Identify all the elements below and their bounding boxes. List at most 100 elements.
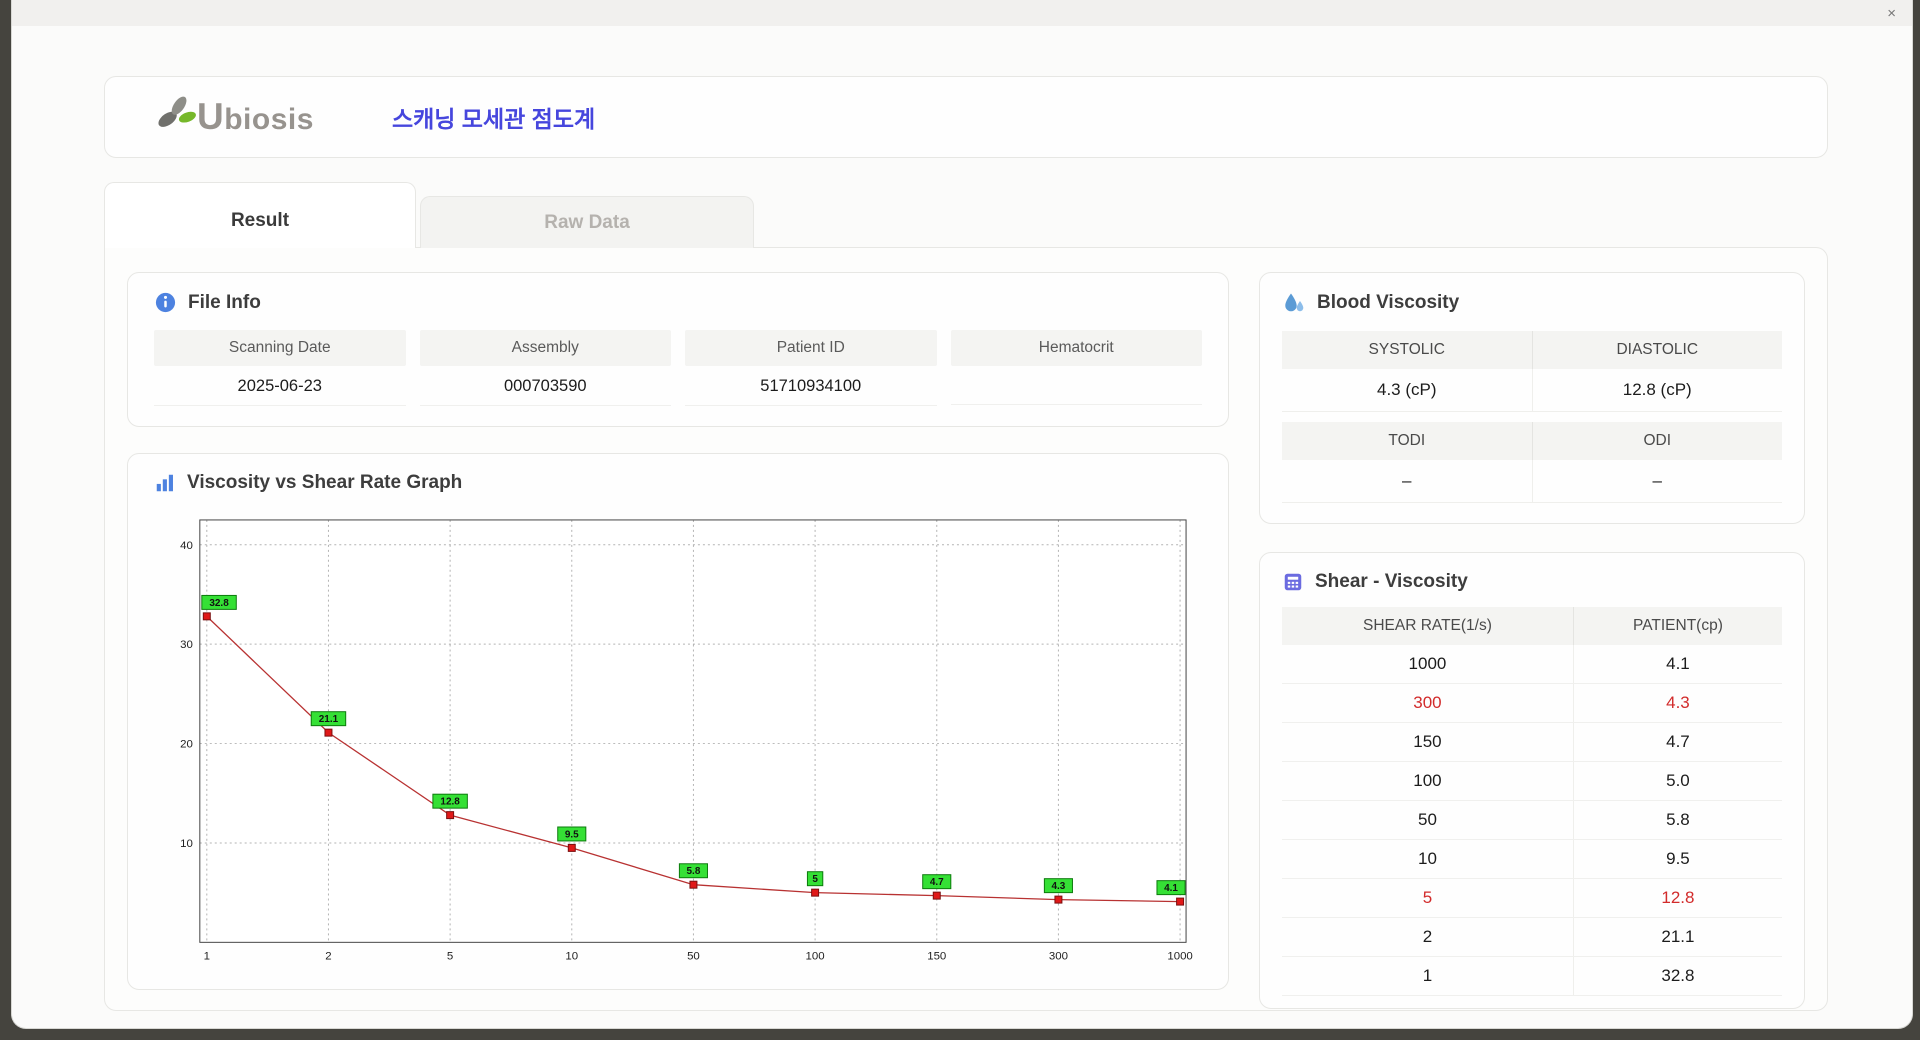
app-window: × Ubiosis 스캐닝 모세관 점도계 Result Raw Data Fi… xyxy=(12,0,1912,1028)
patient-cp-cell: 4.1 xyxy=(1572,645,1782,684)
info-icon xyxy=(155,292,176,313)
page-title: 스캐닝 모세관 점도계 xyxy=(391,106,596,132)
chart-host: 10 20 30 40 32.8 21.1 12.8 9.5 5.8 5 4.7 4.3 4.1 1 2 5 1… xyxy=(154,506,1202,972)
shear-viscosity-title: Shear - Viscosity xyxy=(1315,571,1468,592)
svg-text:5: 5 xyxy=(447,950,453,962)
shear-rate-cell: 1 xyxy=(1282,956,1574,996)
field-value xyxy=(950,366,1202,405)
table-row: 2 21.1 xyxy=(1282,917,1782,957)
table-row: 1000 4.1 xyxy=(1282,645,1782,684)
window-close-button[interactable]: × xyxy=(1887,6,1896,21)
graph-title-row: Viscosity vs Shear Rate Graph xyxy=(154,472,1202,494)
graph-card: Viscosity vs Shear Rate Graph 10 20 30 40 32… xyxy=(127,453,1229,990)
patient-cp-cell: 4.7 xyxy=(1572,722,1782,762)
svg-text:30: 30 xyxy=(180,639,193,651)
tab-result[interactable]: Result xyxy=(104,182,416,248)
file-info-field: Assembly 000703590 xyxy=(419,330,671,406)
svg-text:4.3: 4.3 xyxy=(1051,881,1065,892)
bv-label: DIASTOLIC xyxy=(1531,331,1782,369)
svg-text:4.1: 4.1 xyxy=(1164,883,1178,894)
field-value: 51710934100 xyxy=(685,366,937,406)
patient-cp-cell: 9.5 xyxy=(1572,839,1782,879)
svg-text:32.8: 32.8 xyxy=(209,598,229,609)
water-drops-icon xyxy=(1285,293,1304,312)
left-column: File Info Scanning Date 2025-06-23 Assembl… xyxy=(127,272,1229,990)
svg-text:2: 2 xyxy=(325,950,331,962)
ubiosis-logo: Ubiosis xyxy=(153,96,314,138)
blood-viscosity-card: Blood Viscosity SYSTOLIC DIASTOLIC 4.3 (cP… xyxy=(1259,272,1805,524)
svg-text:150: 150 xyxy=(927,950,946,962)
brand-initial: U xyxy=(197,96,225,137)
shear-col-header: SHEAR RATE(1/s) xyxy=(1282,607,1574,645)
file-info-fields: Scanning Date 2025-06-23 Assembly 000703590… xyxy=(154,330,1202,406)
shear-rate-cell: 10 xyxy=(1282,839,1574,879)
shear-rate-cell: 100 xyxy=(1282,761,1574,801)
bv-label-row: TODI ODI xyxy=(1282,422,1782,460)
shear-col-header: PATIENT(cp) xyxy=(1572,607,1782,645)
svg-text:5: 5 xyxy=(812,874,818,885)
bv-group: SYSTOLIC DIASTOLIC 4.3 (cP) 12.8 (cP) xyxy=(1282,331,1782,412)
bv-label: SYSTOLIC xyxy=(1282,331,1532,369)
table-row: 50 5.8 xyxy=(1282,800,1782,840)
svg-text:1000: 1000 xyxy=(1167,950,1192,962)
table-row: 1 32.8 xyxy=(1282,956,1782,996)
page-content: Ubiosis 스캐닝 모세관 점도계 Result Raw Data File… xyxy=(12,26,1912,1011)
table-row: 5 12.8 xyxy=(1282,878,1782,918)
svg-text:10: 10 xyxy=(565,950,578,962)
field-value: 2025-06-23 xyxy=(154,366,406,406)
file-info-title: File Info xyxy=(188,291,261,313)
field-label: Assembly xyxy=(419,330,671,366)
bv-label: ODI xyxy=(1531,422,1782,460)
bv-label-row: SYSTOLIC DIASTOLIC xyxy=(1282,331,1782,369)
blood-viscosity-title-row: Blood Viscosity xyxy=(1282,291,1782,315)
shear-rate-cell: 5 xyxy=(1282,878,1574,918)
svg-text:50: 50 xyxy=(687,950,700,962)
svg-text:100: 100 xyxy=(806,950,825,962)
file-info-field: Hematocrit xyxy=(950,330,1202,406)
bv-value-row: 4.3 (cP) 12.8 (cP) xyxy=(1282,369,1782,412)
blood-viscosity-title: Blood Viscosity xyxy=(1317,292,1460,313)
table-row: 100 5.0 xyxy=(1282,761,1782,801)
patient-cp-cell: 32.8 xyxy=(1572,956,1782,996)
svg-text:20: 20 xyxy=(180,739,193,751)
brand-name: Ubiosis xyxy=(197,96,314,138)
window-titlebar: × xyxy=(12,0,1912,26)
svg-text:300: 300 xyxy=(1049,950,1068,962)
bv-value: – xyxy=(1531,460,1782,503)
svg-text:9.5: 9.5 xyxy=(565,829,579,840)
file-info-field: Scanning Date 2025-06-23 xyxy=(154,330,406,406)
bv-group: TODI ODI – – xyxy=(1282,422,1782,503)
shear-rate-cell: 2 xyxy=(1282,917,1574,957)
right-column: Blood Viscosity SYSTOLIC DIASTOLIC 4.3 (cP… xyxy=(1259,272,1805,1009)
graph-title: Viscosity vs Shear Rate Graph xyxy=(187,472,463,493)
bv-value: – xyxy=(1282,460,1532,503)
table-row: 10 9.5 xyxy=(1282,839,1782,879)
field-label: Patient ID xyxy=(685,330,937,366)
result-panel: File Info Scanning Date 2025-06-23 Assembl… xyxy=(104,247,1828,1011)
svg-text:10: 10 xyxy=(180,838,193,850)
field-label: Scanning Date xyxy=(154,330,406,366)
svg-text:40: 40 xyxy=(180,540,193,552)
table-row: 300 4.3 xyxy=(1282,683,1782,723)
shear-table-head-row: SHEAR RATE(1/s) PATIENT(cp) xyxy=(1282,607,1782,645)
bv-label: TODI xyxy=(1282,422,1532,460)
brand-rest: biosis xyxy=(224,103,314,136)
svg-text:1: 1 xyxy=(204,950,210,962)
bv-value: 12.8 (cP) xyxy=(1531,369,1782,412)
shear-table-body: 1000 4.1 300 4.3 1 50 4.7 100 5.0 50 5.8 10 9.5 5 12.8… xyxy=(1282,645,1782,996)
shear-viscosity-card: Shear - Viscosity SHEAR RATE(1/s) PATIENT… xyxy=(1259,552,1805,1009)
patient-cp-cell: 12.8 xyxy=(1572,878,1782,918)
bar-chart-icon xyxy=(156,474,173,492)
viscosity-chart: 10 20 30 40 32.8 21.1 12.8 9.5 5.8 5 4.7 4.3 4.1 1 2 5 1… xyxy=(180,519,1193,962)
table-icon xyxy=(1284,573,1302,591)
svg-text:4.7: 4.7 xyxy=(930,877,944,888)
patient-cp-cell: 4.3 xyxy=(1572,683,1782,723)
tab-raw-data[interactable]: Raw Data xyxy=(420,196,754,248)
field-value: 000703590 xyxy=(419,366,671,406)
shear-rate-cell: 300 xyxy=(1282,683,1574,723)
shear-rate-cell: 50 xyxy=(1282,800,1574,840)
file-info-field: Patient ID 51710934100 xyxy=(685,330,937,406)
svg-text:12.8: 12.8 xyxy=(440,797,460,808)
shear-viscosity-table: SHEAR RATE(1/s) PATIENT(cp) 1000 4.1 300 4.3… xyxy=(1282,607,1782,996)
header-card: Ubiosis 스캐닝 모세관 점도계 xyxy=(104,76,1828,158)
